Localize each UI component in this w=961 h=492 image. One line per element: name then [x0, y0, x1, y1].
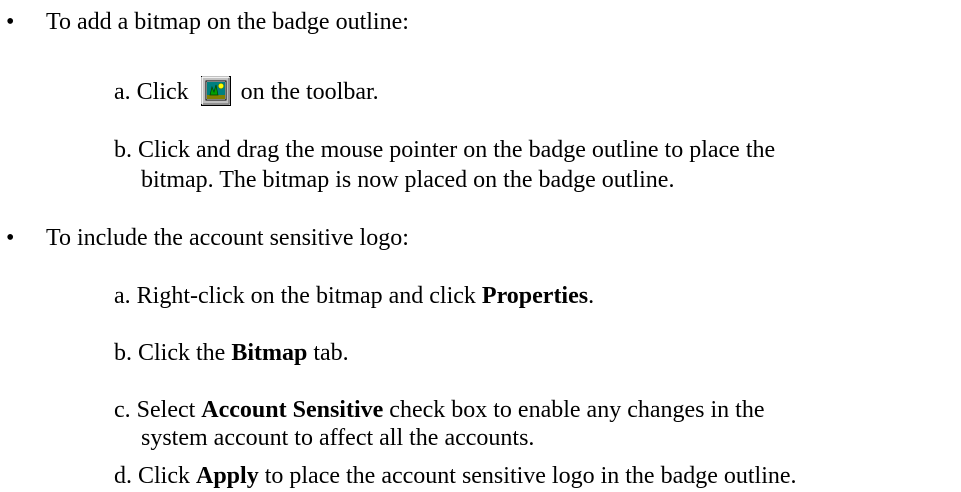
step-d-apply: d. Click Apply to place the account sens… — [114, 462, 797, 490]
step-c-account-sensitive-cont: system account to affect all the account… — [141, 425, 535, 451]
bullet-text: To include the account sensitive logo: — [46, 225, 409, 251]
step-a-add-bitmap: a. Click on the toolbar. — [114, 76, 379, 108]
step-c-account-sensitive: c. Select Account Sensitive check box to… — [114, 396, 764, 424]
ui-term-properties: Properties — [481, 283, 589, 309]
step-text: . — [588, 283, 595, 309]
step-letter: a. — [114, 283, 131, 309]
step-text: to place the account sensitive logo in t… — [258, 463, 797, 489]
bullet-marker: • — [6, 9, 15, 35]
step-letter: d. — [114, 463, 132, 489]
step-text: Click — [138, 463, 196, 489]
step-text: on the toolbar. — [240, 79, 379, 105]
step-b-place-bitmap-cont: bitmap. The bitmap is now placed on the … — [141, 167, 675, 193]
step-text: Select — [136, 397, 202, 423]
step-letter: a. — [114, 79, 131, 105]
ui-term-apply: Apply — [196, 463, 259, 489]
step-b-place-bitmap: b. Click and drag the mouse pointer on t… — [114, 136, 775, 164]
step-text: Click the — [138, 340, 232, 366]
step-text: Click — [136, 79, 189, 105]
step-text: check box to enable any changes in the — [383, 397, 765, 423]
step-letter: b. — [114, 137, 132, 163]
step-letter: c. — [114, 397, 131, 423]
add-bitmap-icon[interactable] — [200, 76, 231, 107]
bullet-text: To add a bitmap on the badge outline: — [46, 9, 409, 35]
step-text: Click and drag the mouse pointer on the … — [138, 137, 776, 163]
bullet-marker: • — [6, 225, 15, 251]
step-b-bitmap-tab: b. Click the Bitmap tab. — [114, 339, 349, 367]
step-letter: b. — [114, 340, 132, 366]
step-text: Right-click on the bitmap and click — [136, 283, 482, 309]
ui-term-account-sensitive: Account Sensitive — [201, 397, 384, 423]
step-text: tab. — [307, 340, 349, 366]
step-a-properties: a. Right-click on the bitmap and click P… — [114, 282, 594, 310]
ui-term-bitmap: Bitmap — [231, 340, 308, 366]
